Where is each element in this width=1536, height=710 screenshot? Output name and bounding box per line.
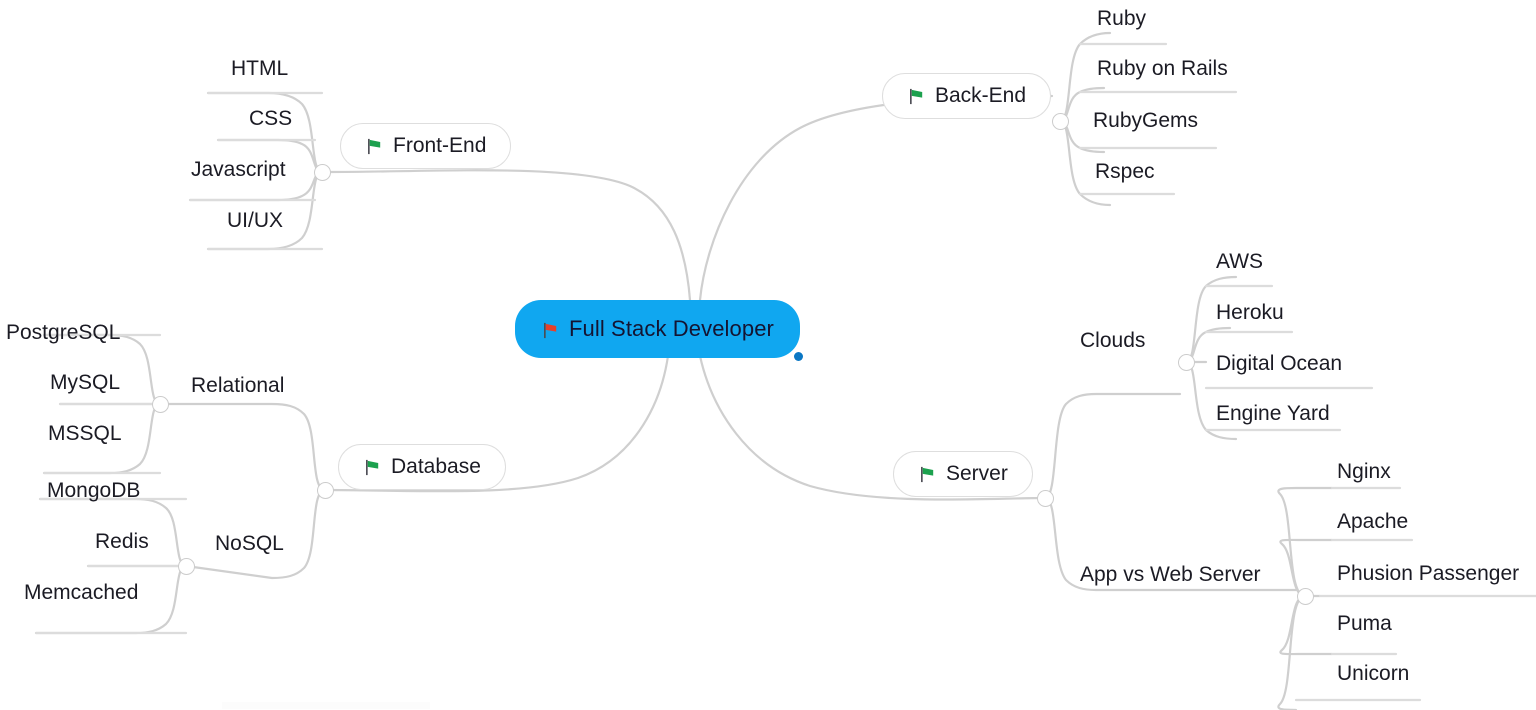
junction-clouds[interactable] (1178, 354, 1195, 371)
leaf-postgresql[interactable]: PostgreSQL (6, 322, 120, 343)
leaf-apache[interactable]: Apache (1337, 511, 1408, 532)
green-flag-icon (365, 137, 384, 156)
junction-nosql[interactable] (178, 558, 195, 575)
mindmap-canvas[interactable]: Full Stack Developer Front-End Back-End (0, 0, 1536, 710)
subtopic-relational[interactable]: Relational (191, 375, 284, 396)
leaf-phusion-passenger[interactable]: Phusion Passenger (1337, 563, 1519, 584)
green-flag-icon (907, 87, 926, 106)
leaf-mssql[interactable]: MSSQL (48, 423, 122, 444)
root-label: Full Stack Developer (569, 316, 774, 341)
subtopic-app-vs-web-server[interactable]: App vs Web Server (1080, 564, 1261, 585)
green-flag-icon (918, 465, 937, 484)
leaf-rubygems[interactable]: RubyGems (1093, 110, 1198, 131)
junction-server[interactable] (1037, 490, 1054, 507)
leaf-heroku[interactable]: Heroku (1216, 302, 1284, 323)
leaf-aws[interactable]: AWS (1216, 251, 1263, 272)
branch-label: Database (391, 455, 481, 478)
leaf-unicorn[interactable]: Unicorn (1337, 663, 1409, 684)
leaf-mysql[interactable]: MySQL (50, 372, 120, 393)
toolbar-item-4[interactable] (372, 702, 430, 709)
leaf-memcached[interactable]: Memcached (24, 582, 138, 603)
subtopic-nosql[interactable]: NoSQL (215, 533, 284, 554)
junction-app-vs-web-server[interactable] (1297, 588, 1314, 605)
branch-node-database[interactable]: Database (338, 444, 506, 490)
resize-handle[interactable] (793, 352, 803, 361)
leaf-digital-ocean[interactable]: Digital Ocean (1216, 353, 1342, 374)
leaf-css[interactable]: CSS (249, 108, 292, 129)
green-flag-icon (363, 458, 382, 477)
leaf-html[interactable]: HTML (231, 58, 288, 79)
leaf-engine-yard[interactable]: Engine Yard (1216, 403, 1330, 424)
leaf-puma[interactable]: Puma (1337, 613, 1392, 634)
root-node[interactable]: Full Stack Developer (515, 300, 803, 361)
branch-node-front-end[interactable]: Front-End (340, 123, 512, 169)
junction-back-end[interactable] (1052, 113, 1069, 130)
branch-label: Front-End (393, 134, 487, 157)
leaf-redis[interactable]: Redis (95, 531, 149, 552)
leaf-rspec[interactable]: Rspec (1095, 161, 1155, 182)
subtopic-clouds[interactable]: Clouds (1080, 330, 1145, 351)
leaf-ruby-on-rails[interactable]: Ruby on Rails (1097, 58, 1228, 79)
leaf-nginx[interactable]: Nginx (1337, 461, 1391, 482)
junction-relational[interactable] (152, 396, 169, 413)
leaf-uiux[interactable]: UI/UX (227, 210, 283, 231)
junction-database[interactable] (317, 482, 334, 499)
branch-label: Back-End (935, 84, 1027, 107)
branch-node-back-end[interactable]: Back-End (882, 73, 1052, 119)
red-flag-icon (541, 320, 560, 339)
leaf-javascript[interactable]: Javascript (191, 159, 286, 180)
leaf-ruby[interactable]: Ruby (1097, 8, 1146, 29)
leaf-mongodb[interactable]: MongoDB (47, 480, 140, 501)
branch-label: Server (946, 462, 1008, 485)
branch-node-server[interactable]: Server (893, 451, 1033, 497)
junction-front-end[interactable] (314, 164, 331, 181)
